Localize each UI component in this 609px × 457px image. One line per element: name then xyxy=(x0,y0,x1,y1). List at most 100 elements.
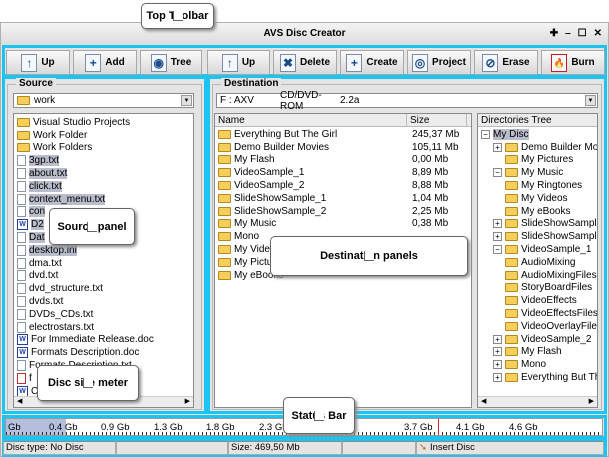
chevron-down-icon[interactable]: ▼ xyxy=(181,95,192,106)
tree-item[interactable]: AudioMixing xyxy=(478,256,597,269)
list-item[interactable]: Work Folders xyxy=(14,142,193,155)
list-item[interactable]: dvds.txt xyxy=(14,295,193,308)
tree-item[interactable]: AudioMixingFiles xyxy=(478,269,597,282)
table-row[interactable]: Demo Builder Movies 105,11 Mb xyxy=(215,141,471,154)
file-name: Formats Description.doc xyxy=(31,347,140,359)
source-folder-select[interactable]: work ▼ xyxy=(13,93,194,108)
table-row[interactable]: VideoSample_1 8,89 Mb xyxy=(215,166,471,179)
create-button[interactable]: + Create xyxy=(340,50,404,75)
create-label: Create xyxy=(366,57,398,68)
list-item[interactable]: desktop.ini xyxy=(14,244,193,257)
list-item[interactable]: dvd.txt xyxy=(14,270,193,283)
table-row[interactable]: My Music 0,38 Mb xyxy=(215,218,471,231)
list-item[interactable]: Visual Studio Projects xyxy=(14,116,193,129)
expand-icon[interactable]: + xyxy=(493,373,502,383)
tree-button[interactable]: ◉ Tree xyxy=(140,50,202,75)
scroll-right-icon[interactable]: ▶ xyxy=(185,397,190,407)
scroll-left-icon[interactable]: ◀ xyxy=(17,397,22,407)
file-name: desktop.ini xyxy=(29,244,77,256)
table-row[interactable]: SlideShowSample_2 2,25 Mb xyxy=(215,205,471,218)
tree-hscrollbar[interactable]: ◀ ▶ xyxy=(478,396,597,407)
tree-item[interactable]: − My Disc xyxy=(478,128,597,141)
tree-item-label: VideoSample_2 xyxy=(521,333,592,345)
table-row[interactable]: My Flash 0,00 Mb xyxy=(215,154,471,167)
tree-item[interactable]: + VideoSample_2 xyxy=(478,333,597,346)
list-item[interactable]: DVDs_CDs.txt xyxy=(14,308,193,321)
status-bar: Disc type: No Disc Size: 469,50 Mb ➘ Inse… xyxy=(3,441,604,455)
list-item[interactable]: dvd_structure.txt xyxy=(14,282,193,295)
table-row[interactable]: VideoSample_2 8,88 Mb xyxy=(215,179,471,192)
pdf-icon xyxy=(17,372,26,384)
expand-icon[interactable]: + xyxy=(493,347,502,357)
file-name: dvd_structure.txt xyxy=(29,283,103,295)
project-button[interactable]: ◎ Project xyxy=(407,50,471,75)
title-bar: AVS Disc Creator ✚ – ☐ ✕ xyxy=(1,23,608,45)
delete-button[interactable]: ✖ Delete xyxy=(273,50,337,75)
expand-icon[interactable]: + xyxy=(493,360,502,370)
column-name[interactable]: Name xyxy=(215,114,407,126)
tree-item[interactable]: VideoEffects xyxy=(478,294,597,307)
list-item[interactable]: W For Immediate Release.doc xyxy=(14,334,193,347)
folder-icon xyxy=(218,270,231,280)
tree-item[interactable]: My Ringtones xyxy=(478,179,597,192)
erase-button[interactable]: ⊘ Erase xyxy=(474,50,538,75)
list-item[interactable]: dma.txt xyxy=(14,257,193,270)
scroll-left-icon[interactable]: ◀ xyxy=(481,397,486,407)
maximize-button[interactable]: ☐ xyxy=(578,23,587,45)
scroll-right-icon[interactable]: ▶ xyxy=(589,397,594,407)
list-item[interactable]: about.txt xyxy=(14,167,193,180)
list-item[interactable]: electrostars.txt xyxy=(14,321,193,334)
tree-item-label: My Music xyxy=(521,167,564,179)
table-row[interactable]: Everything But The Girl 245,37 Mb xyxy=(215,128,471,141)
tree-item[interactable]: StoryBoardFiles xyxy=(478,282,597,295)
pin-button[interactable]: ✚ xyxy=(550,23,558,45)
tree-item[interactable]: VideoEffectsFiles xyxy=(478,307,597,320)
collapse-icon[interactable]: − xyxy=(493,245,502,255)
tree-item-label: VideoSample_1 xyxy=(521,244,592,256)
list-item[interactable]: 3gp.txt xyxy=(14,154,193,167)
tree-item-label: My Videos xyxy=(521,192,568,204)
table-row[interactable]: SlideShowSample_1 1,04 Mb xyxy=(215,192,471,205)
project-label: Project xyxy=(432,57,466,68)
tree-item[interactable]: + SlideShowSample_2 xyxy=(478,230,597,243)
list-item[interactable]: Work Folder xyxy=(14,129,193,142)
tree-item[interactable]: + My Flash xyxy=(478,346,597,359)
folder-icon xyxy=(505,245,518,255)
up-arrow-icon: ↑ xyxy=(21,53,38,72)
burn-button[interactable]: 🔥 Burn xyxy=(541,50,605,75)
expand-icon[interactable]: + xyxy=(493,334,502,344)
close-button[interactable]: ✕ xyxy=(594,23,602,45)
tree-item[interactable]: + Everything But The Girl xyxy=(478,371,597,384)
expand-icon[interactable]: + xyxy=(493,219,502,229)
minimize-button[interactable]: – xyxy=(565,23,571,45)
folder-icon xyxy=(218,206,231,216)
source-file-list[interactable]: Visual Studio Projects Work Folder Work Fo… xyxy=(13,113,194,408)
up-button[interactable]: ↑ Up xyxy=(6,50,70,75)
expand-icon[interactable]: + xyxy=(493,232,502,242)
list-item[interactable]: click.txt xyxy=(14,180,193,193)
tree-item[interactable]: + Demo Builder Movies xyxy=(478,141,597,154)
tree-item[interactable]: My Videos xyxy=(478,192,597,205)
text-file-icon xyxy=(17,308,26,320)
tree-item[interactable]: − My Music xyxy=(478,166,597,179)
item-size: 0,00 Mb xyxy=(412,154,449,166)
add-button[interactable]: + Add xyxy=(73,50,137,75)
up-button[interactable]: ↑ Up xyxy=(207,50,270,75)
word-doc-icon: W xyxy=(17,219,28,231)
tree-item[interactable]: − VideoSample_1 xyxy=(478,243,597,256)
list-item[interactable]: context_menu.txt xyxy=(14,193,193,206)
collapse-icon[interactable]: − xyxy=(481,129,490,139)
tree-item[interactable]: My Pictures xyxy=(478,154,597,167)
callout-disc-size-meter: Disc size meter xyxy=(37,365,139,401)
chevron-down-icon[interactable]: ▼ xyxy=(585,95,596,106)
list-item[interactable]: W Formats Description.doc xyxy=(14,346,193,359)
destination-drive-select[interactable]: F : AXV CD/DVD-ROM 2.2a ▼ xyxy=(216,90,598,112)
expand-icon[interactable]: + xyxy=(493,142,502,152)
column-size[interactable]: Size xyxy=(407,114,467,126)
tree-item[interactable]: My eBooks xyxy=(478,205,597,218)
tree-item[interactable]: + SlideShowSample_1 xyxy=(478,218,597,231)
tree-item[interactable]: VideoOverlayFiles xyxy=(478,320,597,333)
tree-item[interactable]: + Mono xyxy=(478,358,597,371)
directories-tree[interactable]: Directories Tree − My Disc + Demo Builder M… xyxy=(477,113,598,408)
collapse-icon[interactable]: − xyxy=(493,168,502,178)
